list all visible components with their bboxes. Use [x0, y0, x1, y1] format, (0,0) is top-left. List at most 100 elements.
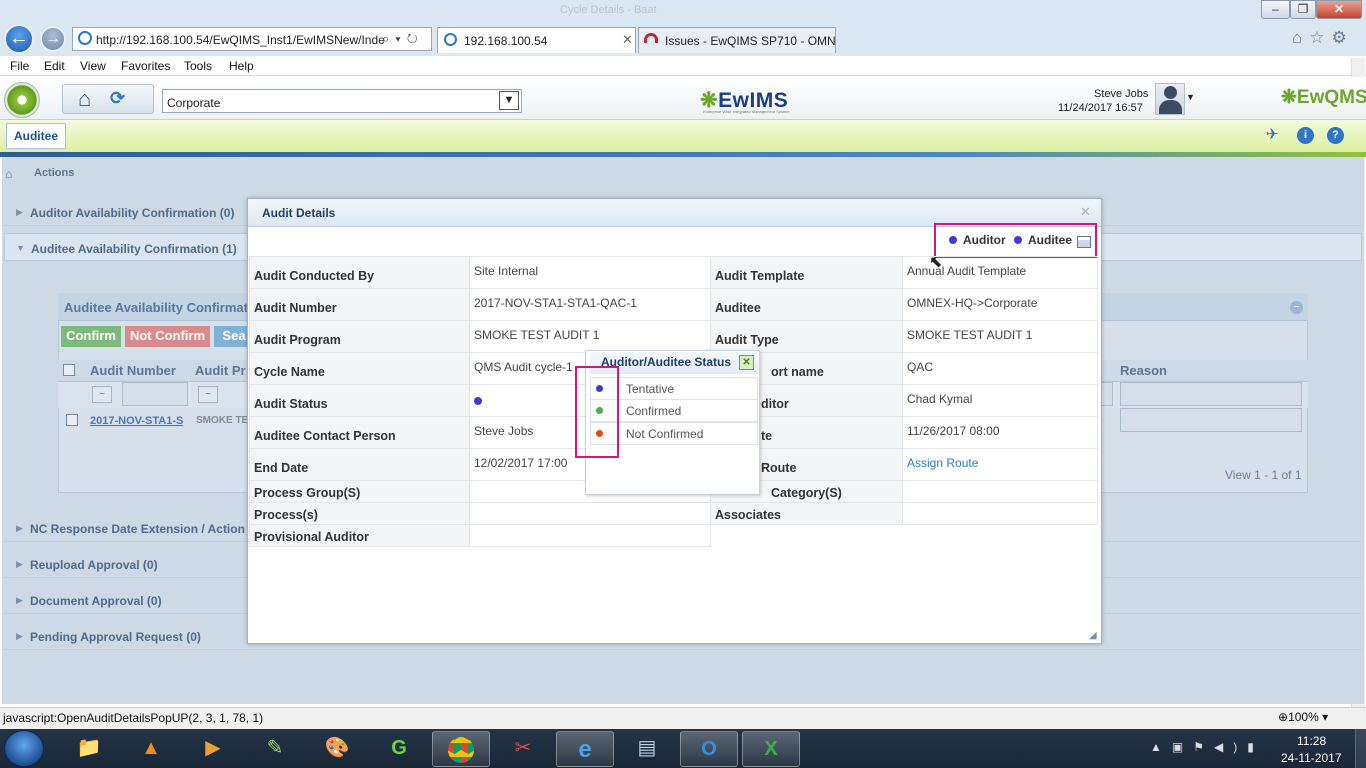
detail-row: Audit Number 2017-NOV-STA1-STA1-QAC-1 Au… [249, 288, 1098, 321]
refresh-icon[interactable]: ⟳ [110, 88, 125, 109]
site-select[interactable]: Corporate [162, 89, 522, 113]
auditee-grid-title: Auditee Availability Confirmati [64, 300, 252, 315]
status-label-tentative: Tentative [626, 382, 675, 396]
vlc-icon[interactable]: ▲ [122, 731, 180, 767]
home-icon[interactable]: ⌂ [78, 86, 91, 112]
resize-grip-icon[interactable]: ◢ [1089, 630, 1097, 641]
detail-row: Process(s) Associates [249, 502, 1098, 525]
avatar-body [1159, 100, 1182, 114]
tab-label: 192.168.100.54 [464, 34, 548, 48]
dropdown-icon: ▾ [395, 31, 407, 46]
filter-operator[interactable]: ~ [92, 386, 112, 403]
detail-row: Audit Conducted By Site Internal Audit T… [249, 256, 1098, 289]
breadcrumb[interactable]: Actions [34, 167, 74, 179]
status-legend-icon[interactable] [1077, 236, 1091, 248]
minimize-button[interactable]: – [1261, 0, 1290, 19]
not-confirm-button[interactable]: Not Confirm [125, 326, 210, 347]
select-all-checkbox[interactable] [63, 364, 75, 376]
audit-number-link[interactable]: 2017-NOV-STA1-S [90, 415, 183, 427]
explorer-icon[interactable]: 📁 [60, 731, 118, 767]
network-icon: ▣ [1171, 740, 1194, 754]
menu-view[interactable]: View [80, 59, 106, 73]
address-url[interactable]: http://192.168.100.54/EwQIMS_Inst1/EwIMS… [96, 33, 385, 47]
tab-label: Issues - EwQIMS SP710 - OMN... [665, 34, 836, 48]
caret-down-icon[interactable]: ▼ [1186, 92, 1195, 102]
start-button[interactable] [4, 730, 44, 767]
label-process-group: Process Group(S) [249, 480, 470, 503]
clock-time[interactable]: 11:28 [1297, 734, 1326, 748]
label-auditee-contact: Auditee Contact Person [249, 416, 470, 449]
assign-route-link[interactable]: Assign Route [902, 448, 1098, 481]
detail-row: Provisional Auditor [249, 524, 1098, 547]
menu-file[interactable]: File [10, 59, 29, 73]
flag-icon: ⚑ [1193, 740, 1214, 754]
collapse-arrow-icon: ▼ [16, 243, 25, 253]
tab-auditee[interactable]: Auditee [6, 123, 66, 149]
row-checkbox[interactable] [66, 414, 78, 426]
column-audit-program[interactable]: Audit Pr [195, 363, 246, 378]
expand-arrow-icon: ▶ [16, 207, 23, 217]
media-player-icon[interactable]: ▶ [184, 731, 242, 767]
chevron-down-icon[interactable]: ▼ [499, 91, 519, 110]
address-actions[interactable]: ⌕▾↻ [382, 31, 424, 47]
filter-operator[interactable]: ~ [198, 386, 218, 403]
menu-tools[interactable]: Tools [184, 59, 212, 73]
filter-audit-number[interactable] [122, 382, 188, 406]
column-audit-number[interactable]: Audit Number [90, 363, 176, 378]
ie-icon[interactable]: e [556, 731, 614, 767]
legend-auditor: Auditor [963, 233, 1006, 247]
close-tab-icon[interactable]: ✕ [622, 32, 633, 48]
reason-input[interactable] [1120, 408, 1302, 432]
notebook-icon[interactable]: ▤ [618, 731, 676, 767]
column-reason[interactable]: Reason [1120, 363, 1167, 378]
value-lead-auditor: Chad Kymal [902, 384, 1098, 417]
value-audit-type: SMOKE TEST AUDIT 1 [902, 320, 1098, 353]
maximize-button[interactable]: ❐ [1290, 0, 1316, 19]
zoom-level[interactable]: ⊕100% ▾ [1278, 710, 1328, 724]
label-audit-program: Audit Program [249, 320, 470, 353]
notepad-icon[interactable]: ✎ [246, 731, 304, 767]
menu-favorites[interactable]: Favorites [121, 59, 170, 73]
value-audit-program: SMOKE TEST AUDIT 1 [469, 320, 711, 353]
user-datetime: 11/24/2017 16:57 [1058, 102, 1143, 114]
chrome-icon[interactable] [432, 731, 490, 767]
settings-gear-icon: ⚙ [1331, 28, 1354, 47]
tab-192-168-100-54[interactable]: 192.168.100.54 [437, 27, 636, 53]
value-audit-conducted-by: Site Internal [469, 256, 711, 289]
clock-date[interactable]: 24-11-2017 [1281, 751, 1342, 765]
close-icon[interactable]: ✕ [739, 355, 754, 370]
label-end-date: End Date [249, 448, 470, 481]
expand-arrow-icon: ▶ [16, 631, 23, 641]
label-audit-type: Audit Type [710, 320, 903, 353]
info-icon[interactable]: i [1297, 127, 1314, 144]
browser-toolbar-icons[interactable]: ⌂☆⚙ [1292, 28, 1354, 48]
filter-reason[interactable] [1120, 382, 1302, 406]
tab-issues[interactable]: Issues - EwQIMS SP710 - OMN... [638, 27, 836, 53]
close-window-button[interactable]: ✕ [1316, 0, 1362, 19]
empty-cell [711, 525, 903, 547]
back-button[interactable]: ← [4, 24, 34, 54]
outlook-icon[interactable]: O [680, 731, 738, 767]
system-tray[interactable]: ▲▣⚑◀)▮ [1150, 740, 1264, 754]
status-label-confirmed: Confirmed [626, 404, 682, 418]
help-icon[interactable]: ? [1327, 127, 1344, 144]
greenshot-icon[interactable]: G [370, 731, 428, 767]
status-popup-title: Auditor/Auditee Status [601, 355, 732, 369]
collapse-icon[interactable]: − [1290, 301, 1303, 314]
home-icon: ⌂ [1292, 28, 1310, 47]
breadcrumb-home-icon[interactable]: ⌂ [5, 167, 12, 181]
app-menu-logo-icon[interactable] [4, 82, 40, 118]
label-cycle-name: Cycle Name [249, 352, 470, 385]
show-desktop-button[interactable] [1355, 729, 1366, 768]
paint-icon[interactable]: 🎨 [308, 731, 366, 767]
menu-help[interactable]: Help [229, 59, 254, 73]
excel-icon[interactable]: X [742, 731, 800, 767]
close-icon[interactable]: ✕ [1080, 204, 1091, 220]
forward-button[interactable]: → [40, 26, 66, 52]
confirm-button[interactable]: Confirm [61, 326, 121, 347]
pin-icon[interactable]: ✈ [1266, 125, 1279, 143]
snipping-icon[interactable]: ✂ [494, 731, 552, 767]
label-auditee: Auditee [710, 288, 903, 321]
menu-edit[interactable]: Edit [44, 59, 65, 73]
expand-arrow-icon: ▶ [16, 595, 23, 605]
